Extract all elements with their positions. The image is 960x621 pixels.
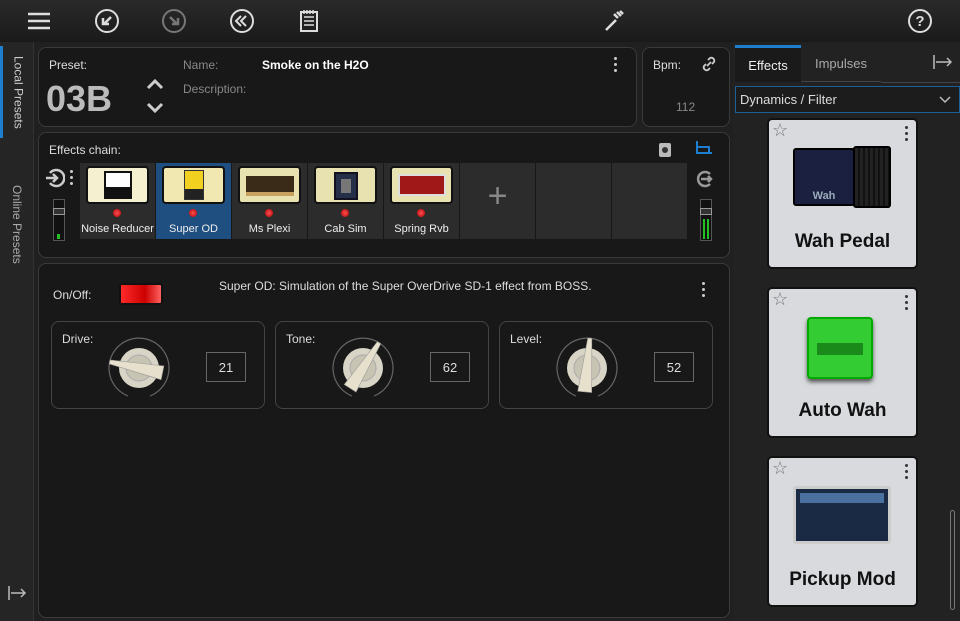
card-menu-icon[interactable]	[905, 126, 909, 142]
effect-slot-name: Cab Sim	[324, 223, 367, 235]
knob-value[interactable]: 62	[430, 352, 470, 382]
revert-icon[interactable]	[229, 8, 255, 34]
knob-value[interactable]: 52	[654, 352, 694, 382]
effect-description: Super OD: Simulation of the Super OverDr…	[219, 279, 592, 293]
effects-library: Effects Impulses Dynamics / Filter ☆ Wah W…	[733, 42, 960, 621]
effect-detail-panel: On/Off: Super OD: Simulation of the Supe…	[38, 263, 730, 618]
knob-control: Level: 52	[499, 321, 713, 409]
card-menu-icon[interactable]	[905, 295, 909, 311]
empty-chain-slot[interactable]: +	[460, 163, 535, 239]
tab-effects[interactable]: Effects	[735, 45, 801, 82]
effect-card-title: Auto Wah	[798, 400, 887, 421]
pedal-settings-icon[interactable]	[658, 140, 672, 158]
card-menu-icon[interactable]	[905, 464, 909, 480]
knob-control: Tone: 62	[275, 321, 489, 409]
collapse-panel-icon[interactable]	[932, 54, 954, 70]
preset-name[interactable]: Smoke on the H2O	[262, 58, 369, 72]
output-level-fader[interactable]	[700, 199, 712, 241]
effect-slot-name: Noise Reducer	[81, 223, 154, 235]
effect-menu-icon[interactable]	[702, 282, 706, 298]
bpm-label: Bpm:	[653, 58, 682, 72]
tab-online-presets[interactable]: Online Presets	[0, 167, 34, 282]
output-icon[interactable]	[696, 170, 714, 188]
knob-label: Tone:	[286, 332, 316, 346]
favorite-star-icon[interactable]: ☆	[772, 289, 788, 310]
chevron-down-icon	[939, 96, 951, 104]
add-effect-icon[interactable]: +	[460, 177, 535, 216]
preset-up-icon[interactable]	[145, 76, 165, 92]
effect-slot-name: Ms Plexi	[248, 223, 291, 235]
link-icon[interactable]	[700, 55, 718, 73]
knob-control: Drive: 21	[51, 321, 265, 409]
effect-thumbnail	[86, 166, 149, 204]
knob-value[interactable]: 21	[206, 352, 246, 382]
tab-local-presets[interactable]: Local Presets	[0, 46, 34, 138]
toolbar: ?	[0, 0, 960, 42]
chain-slot[interactable]: Spring Rvb	[384, 163, 459, 239]
effect-card-title: Pickup Mod	[789, 569, 896, 590]
chain-slot[interactable]: Ms Plexi	[232, 163, 307, 239]
effect-thumbnail	[390, 166, 453, 204]
effect-card[interactable]: ☆ Pickup Mod	[767, 456, 918, 607]
effect-thumbnail	[162, 166, 225, 204]
effect-slot-name: Spring Rvb	[394, 223, 449, 235]
input-icon[interactable]	[45, 168, 65, 188]
menu-icon[interactable]	[26, 8, 52, 34]
knob-label: Drive:	[62, 332, 94, 346]
input-level-fader[interactable]	[53, 199, 65, 241]
help-icon[interactable]: ?	[907, 8, 933, 34]
effect-card-title: Wah Pedal	[794, 231, 891, 252]
preset-menu-icon[interactable]	[614, 57, 618, 73]
effect-card[interactable]: ☆ Wah Wah Pedal	[767, 118, 918, 269]
svg-text:?: ?	[915, 13, 924, 30]
effect-slot-name: Super OD	[169, 223, 218, 235]
knob[interactable]	[328, 334, 398, 400]
bpm-value[interactable]: 112	[676, 100, 695, 114]
chain-slot[interactable]: Super OD	[156, 163, 231, 239]
onoff-switch[interactable]	[119, 283, 163, 305]
effect-led	[341, 209, 349, 217]
knob-label: Level:	[510, 332, 543, 346]
category-dropdown[interactable]: Dynamics / Filter	[735, 86, 960, 113]
preset-label: Preset:	[49, 58, 88, 72]
chain-slot[interactable]: Noise Reducer	[80, 163, 155, 239]
knob[interactable]	[552, 334, 622, 400]
preset-panel: Preset: 03B Name: Smoke on the H2O Descr…	[38, 47, 637, 127]
effect-led	[113, 209, 121, 217]
effect-card[interactable]: ☆ Auto Wah	[767, 287, 918, 438]
input-menu-icon[interactable]	[70, 170, 74, 186]
presets-sidebar: Local Presets Online Presets	[0, 42, 34, 621]
chain-slot[interactable]: Cab Sim	[308, 163, 383, 239]
effects-chain-label: Effects chain:	[49, 143, 121, 157]
knob[interactable]	[104, 334, 174, 400]
effect-thumbnail	[238, 166, 301, 204]
effect-led	[417, 209, 425, 217]
redo-icon[interactable]	[161, 8, 187, 34]
description-label: Description:	[183, 82, 247, 96]
effect-led	[265, 209, 273, 217]
favorite-star-icon[interactable]: ☆	[772, 120, 788, 141]
tuner-icon[interactable]	[602, 8, 628, 34]
effect-thumbnail	[314, 166, 377, 204]
empty-chain-slot[interactable]	[612, 163, 687, 239]
undo-icon[interactable]	[94, 8, 120, 34]
preset-number: 03B	[46, 78, 113, 119]
notes-icon[interactable]	[296, 8, 322, 34]
preset-down-icon[interactable]	[145, 100, 165, 116]
expand-sidebar-icon[interactable]	[7, 585, 27, 601]
favorite-star-icon[interactable]: ☆	[772, 458, 788, 479]
name-label: Name:	[183, 58, 219, 72]
library-scrollbar[interactable]	[950, 510, 955, 610]
pointer-mode-icon[interactable]	[695, 140, 713, 156]
bpm-panel: Bpm: 112	[642, 47, 730, 127]
empty-chain-slot[interactable]	[536, 163, 611, 239]
category-value: Dynamics / Filter	[740, 92, 837, 107]
effect-led	[189, 209, 197, 217]
tab-impulses[interactable]: Impulses	[801, 45, 881, 82]
onoff-label: On/Off:	[53, 288, 92, 302]
